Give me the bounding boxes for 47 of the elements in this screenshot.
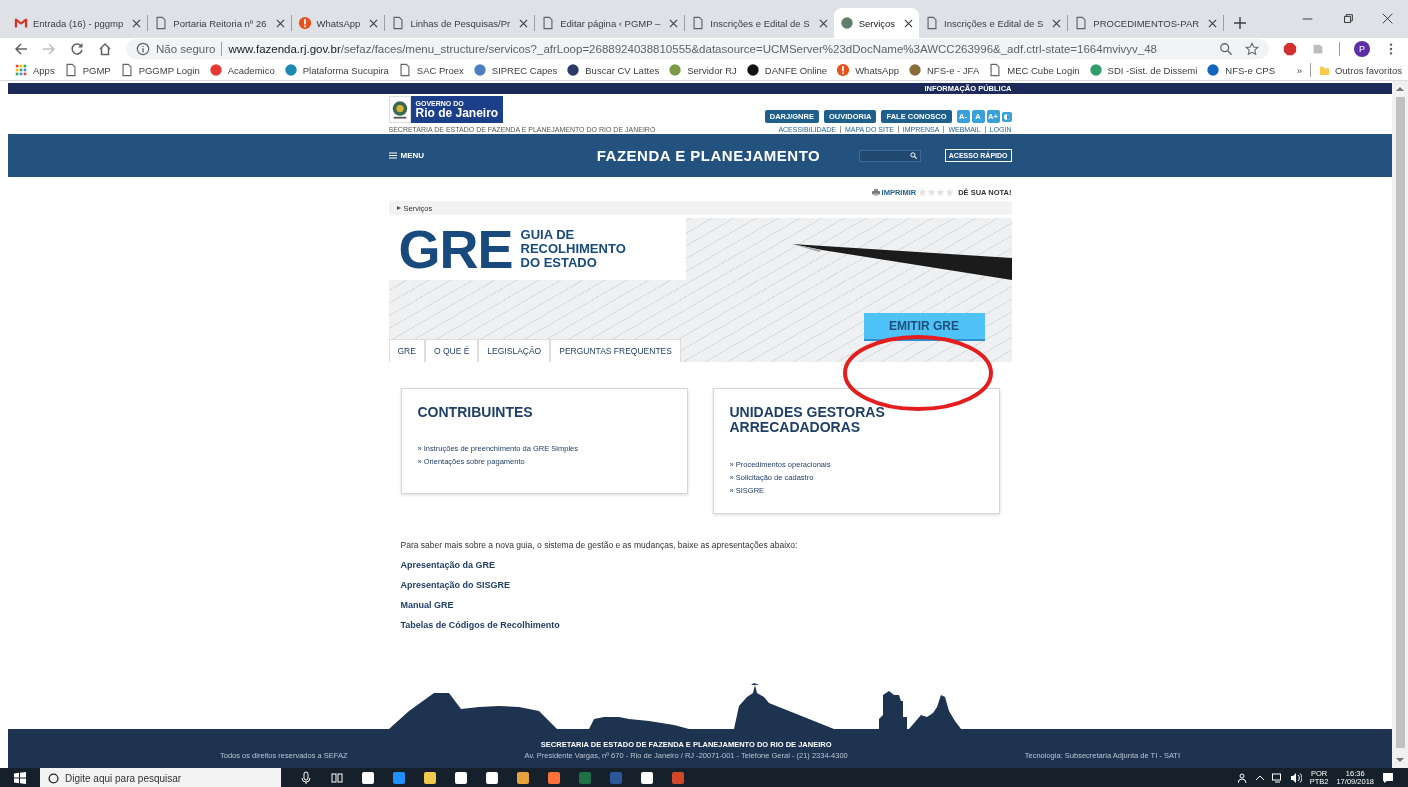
gre-subtitle: GUIA DE RECOLHIMENTO DO ESTADO xyxy=(520,227,626,271)
intro-text: Para saber mais sobre a nova guia, o sistema de gestão e as mudanças, baixe as apresentações abaixo: xyxy=(400,539,799,550)
bookmark[interactable]: Plataforma Sucupira xyxy=(283,63,389,77)
security-label: Não seguro xyxy=(156,43,216,55)
bookmark[interactable]: DANFE Online xyxy=(745,63,828,77)
card-title: CONTRIBUINTES xyxy=(417,405,534,421)
browser-tab[interactable]: Linhas de Pesquisas/Pr xyxy=(385,8,535,38)
browser-tab[interactable]: Portaria Reitoria nº 26 xyxy=(148,8,291,38)
url-text: www.fazenda.rj.gov.br/sefaz/faces/menu_structure/servicos?_afrLoop=2688924038810555&datasource=UCMServer%23dDocName%3AWCC263996&_adf.ctrl-state=1664mvivyv_48 xyxy=(228,43,1157,55)
section-tab[interactable]: GRE xyxy=(388,339,425,362)
bookmark[interactable]: Academico xyxy=(208,63,275,77)
download-link[interactable]: Tabelas de Códigos de Recolhimento xyxy=(400,619,560,630)
section-tab[interactable]: LEGISLAÇÃO xyxy=(478,339,551,362)
bookmark[interactable]: PGGMP Login xyxy=(119,63,200,77)
download-link[interactable]: Manual GRE xyxy=(400,599,454,610)
bookmark[interactable]: Servidor RJ xyxy=(668,63,737,77)
browser-tab[interactable]: Inscrições e Edital de S xyxy=(685,8,834,38)
bookmark[interactable]: NFS-e - JFA xyxy=(907,63,980,77)
section-tab[interactable]: PERGUNTAS FREQUENTES xyxy=(550,339,681,362)
profile-avatar[interactable]: P xyxy=(1354,41,1370,57)
browser-tab[interactable]: WhatsApp xyxy=(291,8,385,38)
menu-button[interactable]: MENU xyxy=(388,151,559,160)
bookmark[interactable]: NFS-e CPS xyxy=(1206,63,1275,77)
bookmark[interactable]: Apps xyxy=(14,63,55,77)
browser-tab[interactable]: Inscrições e Edital de S xyxy=(919,8,1068,38)
address-field[interactable]: Não seguro www.fazenda.rj.gov.br/sefaz/faces/menu_structure/servicos?_afrLoop=2688924038810555&datasource=UCMServer%23dDocName%3AWCC263996&_adf.ctrl-state=1664mvivyv_48 xyxy=(126,39,1269,59)
browser-tab[interactable]: Editar página ‹ PGMP – xyxy=(535,8,685,38)
bookmark[interactable]: Buscar CV Lattes xyxy=(566,63,660,77)
browser-tab[interactable]: PROCEDIMENTOS-PAR xyxy=(1068,8,1224,38)
download-link[interactable]: Apresentação da GRE xyxy=(400,559,496,570)
download-link[interactable]: Apresentação do SISGRE xyxy=(400,579,511,590)
browser-tab[interactable]: Entrada (16) - pggmp xyxy=(8,8,148,38)
bookmark[interactable]: SIPREC Capes xyxy=(472,63,558,77)
bookmark[interactable]: MEC Cube Login xyxy=(988,63,1080,77)
browser-tab[interactable]: Serviços xyxy=(833,8,920,38)
site-title: FAZENDA E PLANEJAMENTO xyxy=(595,147,822,164)
bookmark-folder[interactable]: Outros favoritos xyxy=(1318,64,1402,76)
section-tab[interactable]: O QUE É xyxy=(424,339,479,362)
bookmark[interactable]: SDI -Sist. de Dissemi xyxy=(1088,63,1198,77)
gre-acronym: GRE xyxy=(398,222,513,276)
more-bookmarks-button[interactable]: » xyxy=(1296,64,1302,76)
taskbar-search-field[interactable]: Digite aqui para pesquisar xyxy=(40,768,281,787)
card-title: UNIDADES GESTORAS ARRECADADORAS xyxy=(729,405,886,436)
bookmark[interactable]: PGMP xyxy=(63,63,111,77)
bookmark[interactable]: WhatsApp xyxy=(836,63,899,77)
emit-gre-button[interactable]: EMITIR GRE xyxy=(863,313,985,341)
bookmark[interactable]: SAC Proex xyxy=(397,63,464,77)
